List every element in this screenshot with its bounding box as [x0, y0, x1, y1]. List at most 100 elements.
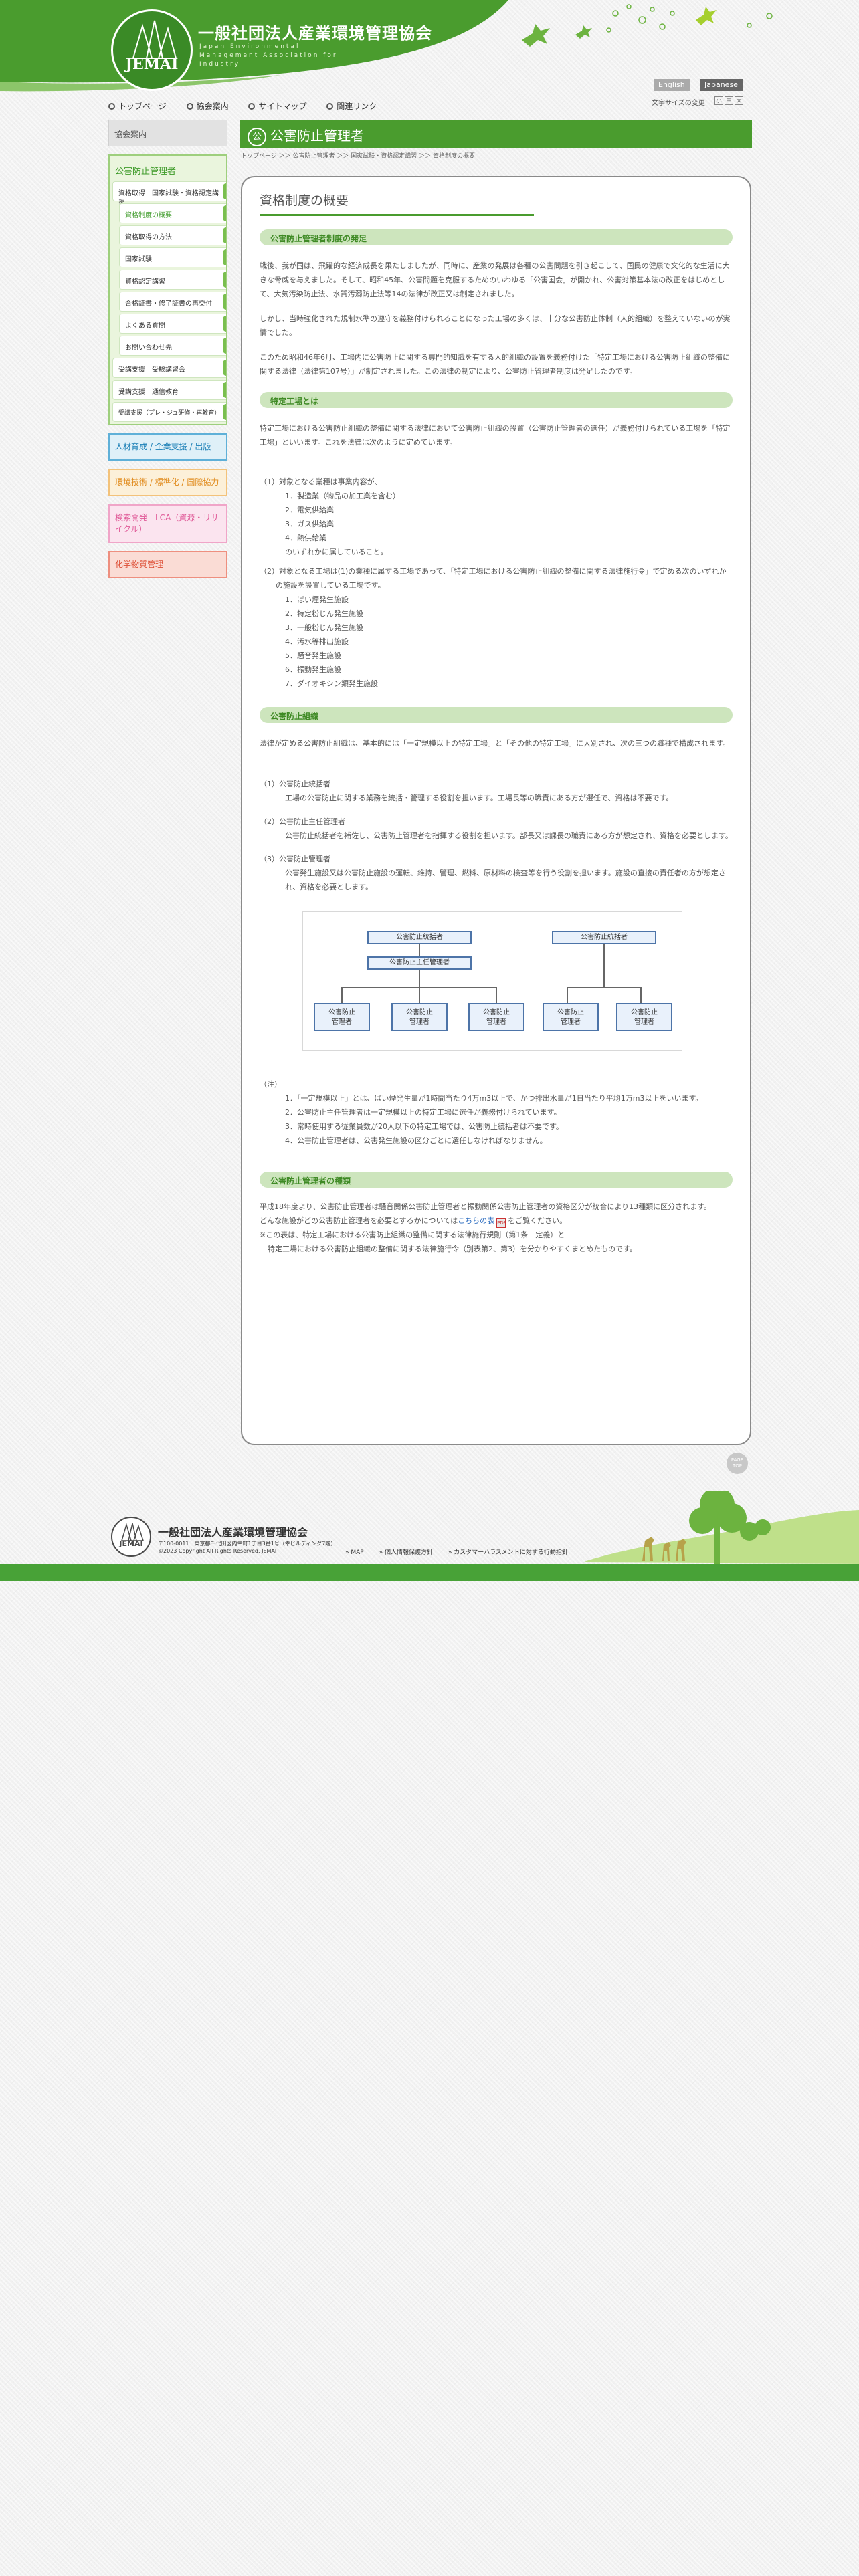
sidebar-tech[interactable]: 環境技術 / 標準化 / 国際協力	[108, 469, 227, 496]
note-item: 1．「一定規模以上」とは、ばい煙発生量が1時間当たり4万m3以上で、かつ排出水量…	[285, 1094, 703, 1103]
main-content: 公公害防止管理者 トップページ ＞＞ 公害防止管理者 ＞＞ 国家試験・資格認定講…	[240, 120, 752, 1445]
sidebar-item-overview[interactable]: 資格制度の概要	[119, 203, 226, 223]
logo-emblem[interactable]: JEMAI	[111, 9, 193, 91]
paragraph: 平成18年度より、公害防止管理者は騒音関係公害防止管理者と振動関係公害防止管理者…	[260, 1202, 712, 1211]
sidebar-item-correspondence[interactable]: 受講支援 通信教育	[112, 380, 226, 400]
list-item: 6．振動発生施設	[285, 665, 341, 674]
section-heading: 公害防止管理者制度の発足	[260, 229, 733, 245]
org-box-supervisor: 公害防止統括者	[367, 931, 472, 944]
font-medium-button[interactable]: 中	[725, 96, 733, 105]
lang-english-button[interactable]: English	[654, 79, 690, 91]
sidebar-item-faq[interactable]: よくある質問	[119, 314, 226, 334]
font-size-label: 文字サイズの変更	[652, 100, 705, 107]
footer-org-name: 一般社団法人産業環境管理協会	[158, 1526, 308, 1539]
note-item: 4．公害防止管理者は、公害発生施設の区分ごとに選任しなければなりません。	[285, 1136, 547, 1145]
logo-mark: JEMAI	[125, 56, 179, 73]
list-item: のいずれかに属していること。	[285, 548, 388, 556]
gnav-links[interactable]: 関連リンク	[326, 100, 377, 112]
list-head: （1）対象となる業種は事業内容が、	[260, 477, 382, 486]
font-small-button[interactable]: 小	[714, 96, 723, 105]
list-item: 2．電気供給業	[285, 506, 334, 514]
bullet-icon	[248, 103, 256, 110]
font-large-button[interactable]: 大	[735, 96, 743, 105]
pollution-icon: 公	[248, 128, 266, 146]
page-title-bar: 公公害防止管理者	[240, 120, 752, 148]
sidebar-item-course[interactable]: 資格認定講習	[119, 270, 226, 290]
paragraph: しかし、当時強化された規制水準の遵守を義務付けられることになった工場の多くは、十…	[260, 314, 731, 337]
sidebar-pollution-group: 公害防止管理者 資格取得 国家試験・資格認定講習 資格制度の概要 資格取得の方法…	[108, 154, 227, 425]
sidebar-item-contact[interactable]: お問い合わせ先	[119, 336, 226, 356]
sidebar-hr[interactable]: 人材育成 / 企業支援 / 出版	[108, 433, 227, 461]
sidebar-item-seminar[interactable]: 受講支援 受験講習会	[112, 358, 226, 378]
org-box-manager: 公害防止 管理者	[391, 1003, 448, 1031]
footer-logo[interactable]: JEMAI	[111, 1517, 151, 1557]
tree-emblem-icon	[132, 20, 177, 59]
page-title: 公害防止管理者	[270, 128, 364, 144]
org-box-manager: 公害防止 管理者	[314, 1003, 370, 1031]
paragraph: 特定工場における公害防止組織の整備に関する法律施行令（別表第2、第3）を分かりや…	[268, 1245, 637, 1253]
pdf-icon: PDF	[496, 1218, 506, 1228]
org-box-manager: 公害防止 管理者	[543, 1003, 599, 1031]
list-item: 2．特定粉じん発生施設	[285, 609, 363, 618]
paragraph: 戦後、我が国は、飛躍的な経済成長を果たしましたが、同時に、産業の発展は各種の公害…	[260, 261, 730, 298]
note-head: （注）	[260, 1080, 282, 1089]
gnav-top[interactable]: トップページ	[108, 100, 167, 112]
bullet-icon	[108, 103, 115, 110]
table-link[interactable]: こちらの表	[458, 1216, 494, 1225]
global-nav: トップページ 協会案内 サイトマップ 関連リンク	[108, 100, 394, 112]
role-title: （1）公害防止統括者	[260, 780, 330, 788]
paragraph: どんな施設がどの公害防止管理者を必要とするかについてはこちらの表 PDF をご覧くだ…	[260, 1214, 733, 1228]
role-title: （3）公害防止管理者	[260, 855, 330, 863]
section-heading: 特定工場とは	[260, 392, 733, 408]
page-top-button[interactable]: PAGE TOP	[727, 1453, 748, 1474]
list-head: （2）対象となる工場は(1)の業種に属する工場であって、「特定工場における公害防…	[260, 567, 727, 590]
list-item: 1．ばい煙発生施設	[285, 595, 349, 604]
sidebar-about[interactable]: 協会案内	[108, 120, 227, 146]
footer-links: » MAP » 個人情報保護方針 » カスタマーハラスメントに対する行動指針	[345, 1547, 581, 1556]
section-heading: 公害防止組織	[260, 707, 733, 723]
sidebar-item-method[interactable]: 資格取得の方法	[119, 225, 226, 245]
bullet-icon	[326, 103, 334, 110]
sidebar-item-pre-training[interactable]: 受講支援（プレ・ジュ研修・再教育）	[112, 402, 226, 422]
role-desc: 工場の公害防止に関する業務を統括・管理する役割を担います。工場長等の職責にある方…	[285, 794, 674, 802]
list-item: 1．製造業（物品の加工業を含む）	[285, 492, 400, 500]
sidebar: 協会案内 公害防止管理者 資格取得 国家試験・資格認定講習 資格制度の概要 資格…	[108, 120, 227, 578]
sidebar-lca[interactable]: 検索開発 LCA（資源・リサイクル）	[108, 504, 227, 543]
note-item: 2．公害防止主任管理者は一定規模以上の特定工場に選任が義務付けられています。	[285, 1108, 561, 1117]
org-name-en: Japan Environmental Management Associati…	[199, 43, 338, 68]
paragraph: このため昭和46年6月、工場内に公害防止に関する専門的知識を有する人的組織の設置…	[260, 353, 730, 376]
footer: JEMAI	[0, 1491, 859, 1572]
role-desc: 公害発生施設又は公害防止施設の運転、維持、管理、燃料、原材料の検査等を行う役割を…	[285, 869, 726, 891]
sidebar-item-exam[interactable]: 国家試験	[119, 247, 226, 267]
list-item: 3．一般粉じん発生施設	[285, 623, 363, 632]
content-panel: 資格制度の概要 公害防止管理者制度の発足 戦後、我が国は、飛躍的な経済成長を果た…	[241, 176, 751, 1445]
footer-link-map[interactable]: » MAP	[345, 1549, 371, 1556]
paragraph: ※この表は、特定工場における公害防止組織の整備に関する法律施行規則（第1条 定義…	[260, 1230, 565, 1239]
breadcrumb[interactable]: トップページ ＞＞ 公害防止管理者 ＞＞ 国家試験・資格認定講習 ＞＞ 資格制度…	[240, 148, 752, 160]
org-box-manager: 公害防止 管理者	[468, 1003, 524, 1031]
sidebar-group-head[interactable]: 公害防止管理者	[110, 156, 226, 181]
gnav-about[interactable]: 協会案内	[186, 100, 229, 112]
bullet-icon	[186, 103, 193, 110]
org-chart: 公害防止統括者 公害防止統括者 公害防止主任管理者 公害防止 管理者 公害防止 …	[302, 911, 682, 1051]
footer-address: 〒100-0011 東京都千代田区内幸町1丁目3番1号（幸ビルディング7階） ©2…	[158, 1541, 337, 1554]
sidebar-chem[interactable]: 化学物質管理	[108, 551, 227, 578]
panel-title: 資格制度の概要	[260, 191, 534, 216]
org-box-supervisor: 公害防止統括者	[552, 931, 656, 944]
footer-link-harassment[interactable]: » カスタマーハラスメントに対する行動指針	[448, 1549, 575, 1556]
gnav-sitemap[interactable]: サイトマップ	[248, 100, 306, 112]
list-item: 4．熱供給業	[285, 534, 326, 542]
sidebar-item-reissue[interactable]: 合格証書・修了証書の再交付	[119, 292, 226, 312]
footer-link-privacy[interactable]: » 個人情報保護方針	[379, 1549, 440, 1556]
note-item: 3．常時使用する従業員数が20人以下の特定工場では、公害防止統括者は不要です。	[285, 1122, 563, 1131]
lang-japanese-button[interactable]: Japanese	[700, 79, 743, 91]
section-heading: 公害防止管理者の種類	[260, 1172, 733, 1188]
sidebar-item-qualification[interactable]: 資格取得 国家試験・資格認定講習	[112, 181, 226, 207]
org-box-chief: 公害防止主任管理者	[367, 956, 472, 970]
list-item: 7．ダイオキシン類発生施設	[285, 679, 378, 688]
footer-band	[0, 1564, 859, 1581]
paragraph: 法律が定める公害防止組織は、基本的には「一定規模以上の特定工場」と「その他の特定…	[260, 739, 731, 748]
list-item: 4．汚水等排出施設	[285, 637, 349, 646]
org-box-manager: 公害防止 管理者	[616, 1003, 672, 1031]
list-item: 3．ガス供給業	[285, 520, 334, 528]
